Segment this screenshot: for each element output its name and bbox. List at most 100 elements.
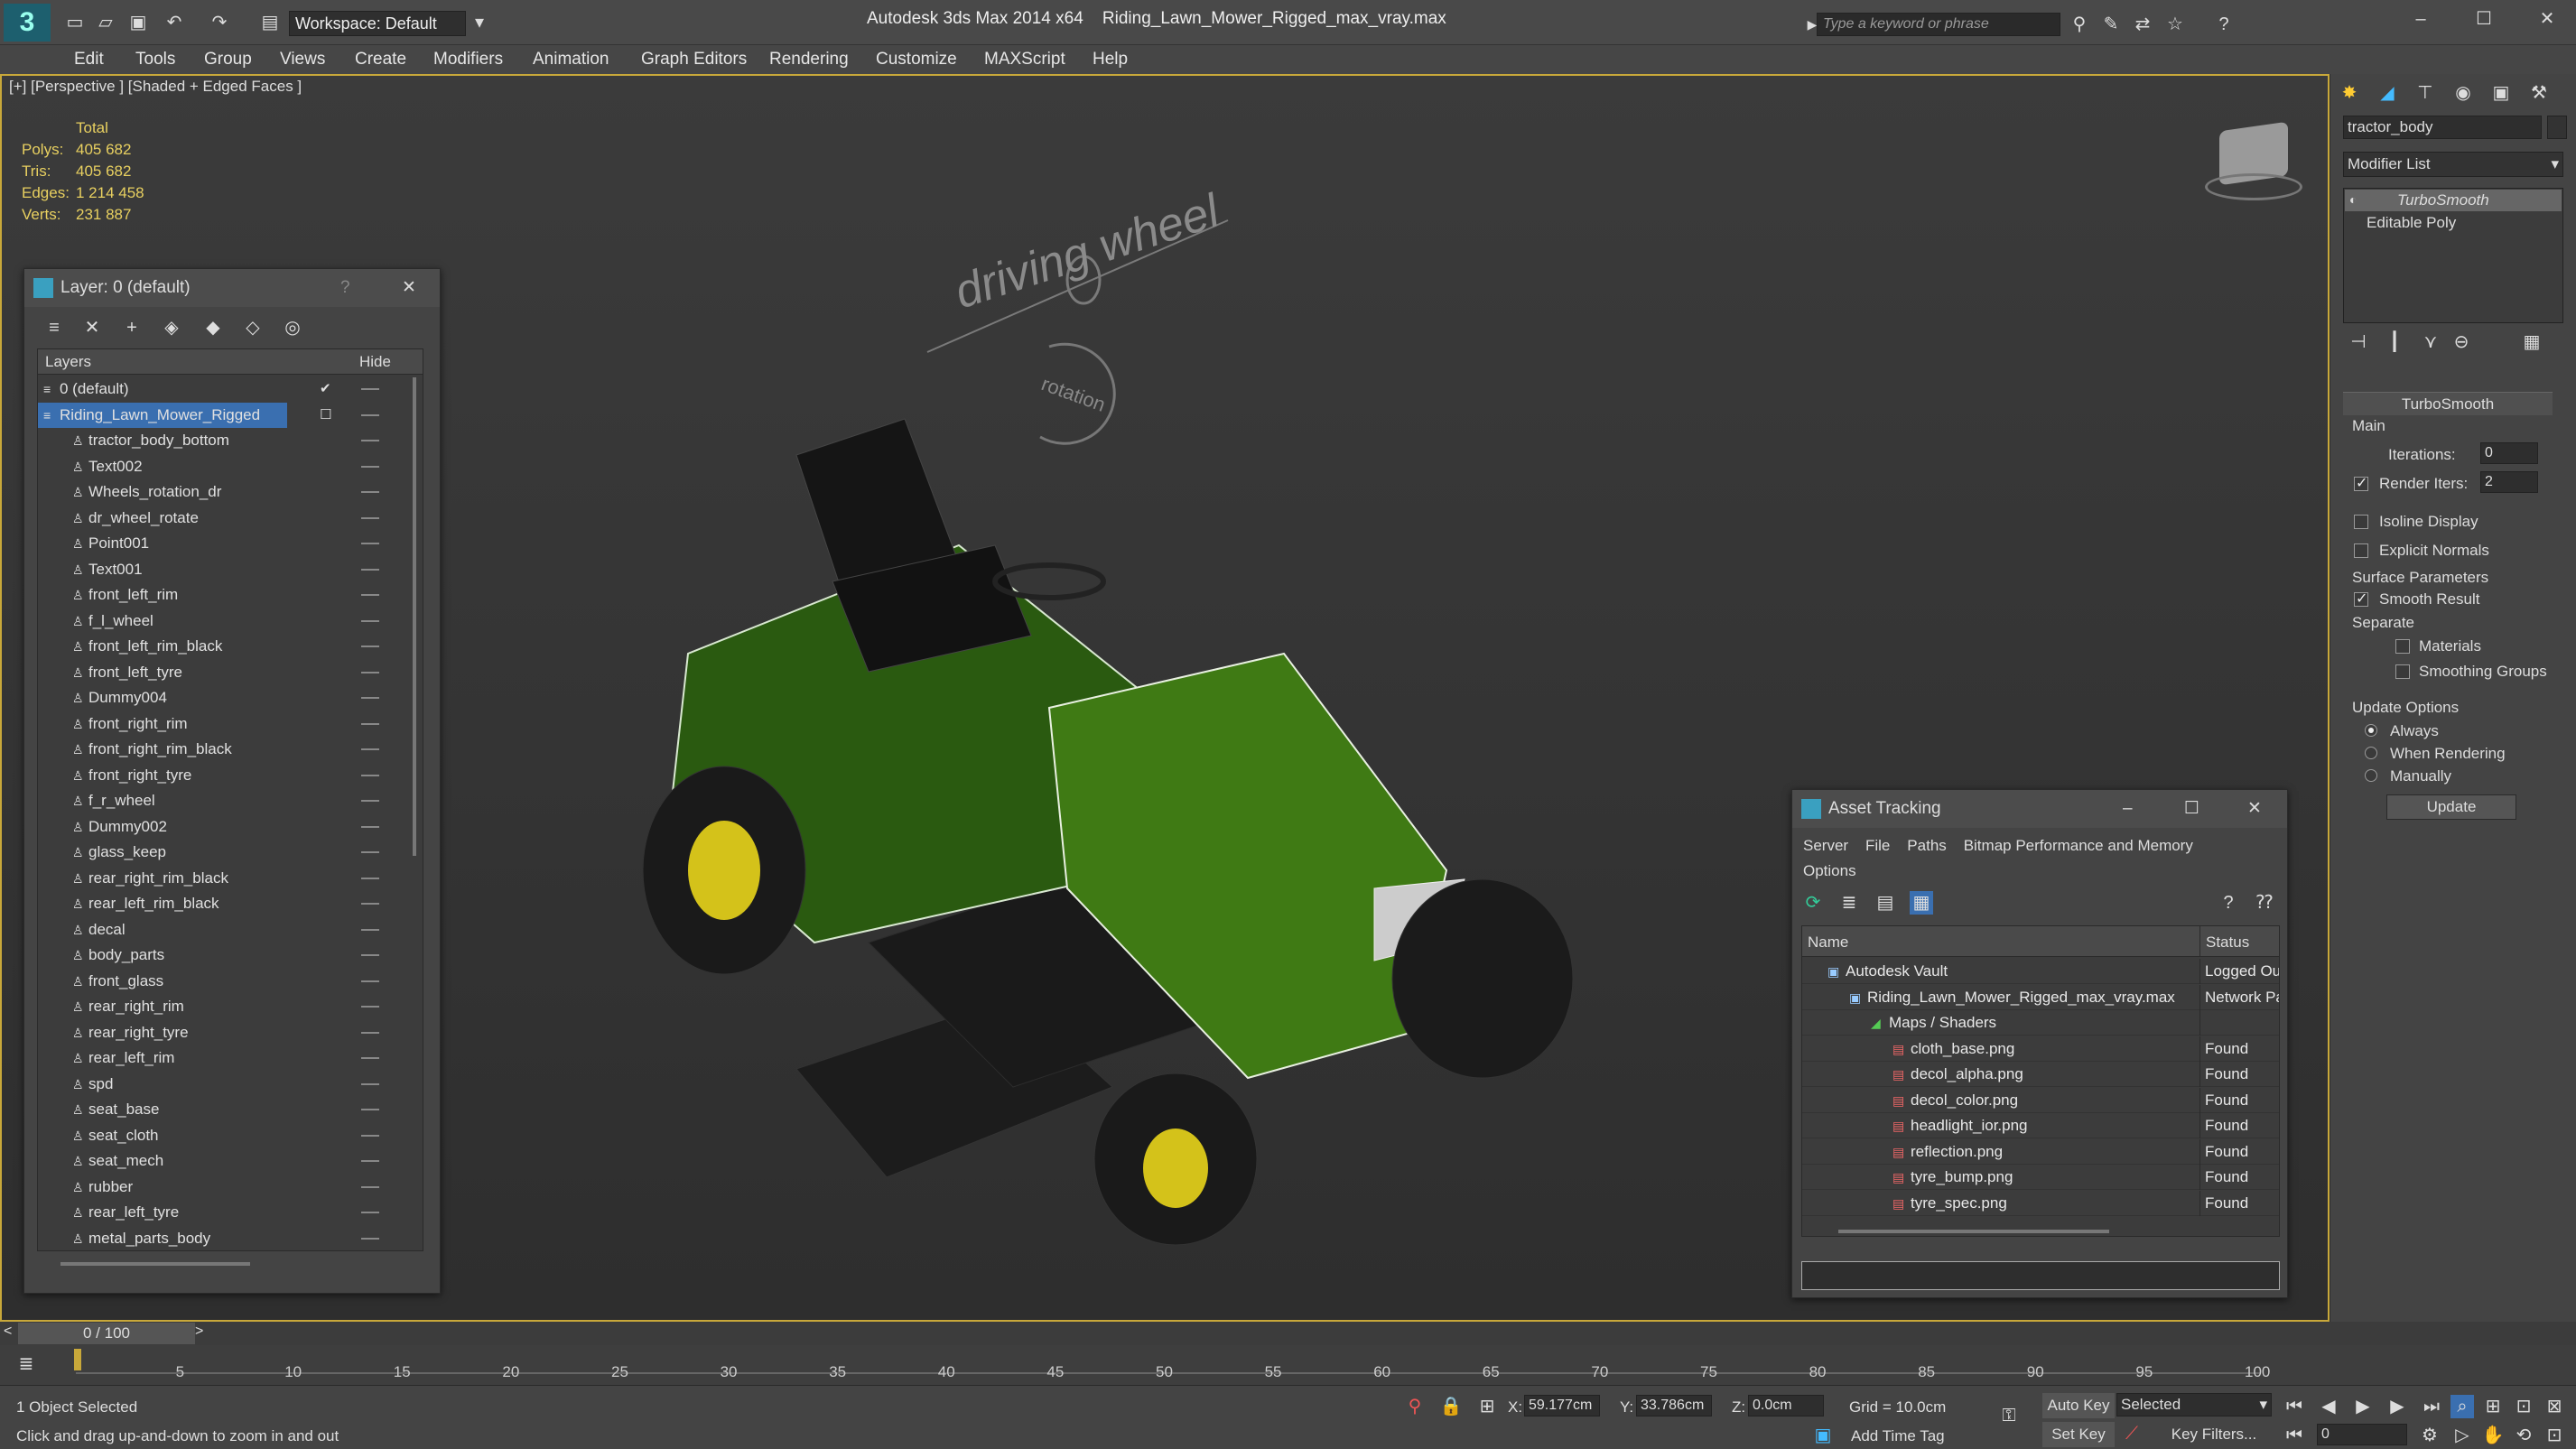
create-tab-icon[interactable]: ✸ — [2338, 81, 2361, 105]
show-end-result-icon[interactable]: ┃ — [2383, 330, 2406, 354]
layer-row[interactable]: decal ♙ — [38, 917, 422, 943]
layer-row-default[interactable]: 0 (default) ≡ ✔ — [38, 376, 422, 402]
object-name-field[interactable]: tractor_body — [2343, 116, 2542, 139]
menu-bitmap-performance[interactable]: Bitmap Performance and Memory — [1964, 837, 2193, 854]
set-current-checkbox[interactable]: ☐ — [320, 403, 331, 428]
x-coordinate-field[interactable]: 59.177cm — [1524, 1395, 1600, 1416]
asset-row[interactable]: ▤ cloth_base.png Found — [1802, 1036, 2279, 1062]
close-icon[interactable]: ✕ — [2535, 7, 2559, 31]
display-tab-icon[interactable]: ▣ — [2489, 81, 2513, 105]
current-frame-field[interactable]: 0 — [2317, 1424, 2407, 1445]
menu-options[interactable]: Options — [1803, 862, 1856, 879]
hide-toggle[interactable] — [361, 1134, 379, 1137]
layer-row[interactable]: seat_mech ♙ — [38, 1148, 422, 1174]
workspace-dropdown[interactable]: Workspace: Default — [289, 11, 466, 36]
stack-item-turbosmooth[interactable]: TurboSmooth — [2345, 190, 2562, 211]
explicit-normals-checkbox[interactable] — [2354, 543, 2368, 558]
lock-icon[interactable]: 🔒 — [1439, 1395, 1463, 1418]
vertical-scrollbar[interactable] — [413, 377, 416, 856]
always-radio[interactable] — [2365, 724, 2377, 737]
maximize-icon[interactable]: ☐ — [2472, 7, 2496, 31]
hide-toggle[interactable] — [361, 413, 379, 416]
hide-toggle[interactable] — [361, 1109, 379, 1110]
help-icon[interactable]: ? — [2212, 13, 2236, 36]
zoom-icon[interactable]: ⌕ — [2450, 1395, 2474, 1418]
asset-row[interactable]: ▣ Riding_Lawn_Mower_Rigged_max_vray.max Ne… — [1802, 984, 2279, 1010]
layer-row[interactable]: dr_wheel_rotate ♙ — [38, 506, 422, 531]
layer-list[interactable]: Layers Hide 0 (default) ≡ ✔ Riding_Lawn_Mow… — [37, 348, 423, 1251]
add-to-layer-icon[interactable]: + — [120, 316, 144, 339]
menu-animation[interactable]: Animation — [533, 45, 609, 74]
hide-toggle[interactable] — [361, 928, 379, 931]
menu-tools[interactable]: Tools — [135, 45, 175, 74]
set-current-layer-icon[interactable]: ◇ — [241, 316, 265, 339]
z-coordinate-field[interactable]: 0.0cm — [1748, 1395, 1824, 1416]
layer-row[interactable]: front_right_rim_black ♙ — [38, 737, 422, 762]
hide-toggle[interactable] — [361, 619, 379, 622]
hide-toggle[interactable] — [361, 1082, 379, 1085]
menu-rendering[interactable]: Rendering — [769, 45, 849, 74]
asset-row[interactable]: ▤ decol_color.png Found — [1802, 1087, 2279, 1113]
layer-row[interactable]: rubber ♙ — [38, 1175, 422, 1200]
zoom-extents-icon[interactable]: ⊡ — [2512, 1395, 2535, 1418]
hide-toggle[interactable] — [361, 851, 379, 853]
layer-row[interactable]: body_parts ♙ — [38, 943, 422, 968]
time-slider[interactable]: < 0 / 100 > — [0, 1322, 2576, 1345]
menu-file[interactable]: File — [1865, 837, 1890, 854]
hide-toggle[interactable] — [361, 877, 379, 879]
layer-row[interactable]: front_glass ♙ — [38, 969, 422, 994]
menu-create[interactable]: Create — [355, 45, 406, 74]
layer-row[interactable]: rear_right_rim_black ♙ — [38, 866, 422, 891]
motion-tab-icon[interactable]: ◉ — [2451, 81, 2475, 105]
layer-row[interactable]: seat_base ♙ — [38, 1097, 422, 1122]
create-layer-icon[interactable]: ≡ — [42, 316, 66, 339]
minimize-icon[interactable]: – — [2409, 7, 2432, 31]
col-hide[interactable]: Hide — [359, 353, 391, 371]
hide-toggle[interactable] — [361, 671, 379, 673]
layer-row[interactable]: glass_keep ♙ — [38, 840, 422, 865]
menu-maxscript[interactable]: MAXScript — [984, 45, 1065, 74]
hide-toggle[interactable] — [361, 543, 379, 544]
hide-toggle[interactable] — [361, 903, 379, 905]
hide-toggle[interactable] — [361, 980, 379, 982]
hierarchy-tab-icon[interactable]: ⊤ — [2413, 81, 2437, 105]
help-icon[interactable]: ? — [340, 269, 350, 307]
redo-icon[interactable]: ↷ — [208, 11, 231, 34]
menu-group[interactable]: Group — [204, 45, 252, 74]
hide-toggle[interactable] — [361, 954, 379, 956]
layer-row[interactable]: Point001 ♙ — [38, 531, 422, 556]
menu-paths[interactable]: Paths — [1907, 837, 1946, 854]
maximize-toggle-icon[interactable]: ⊡ — [2543, 1424, 2566, 1447]
go-to-start-icon[interactable]: ⏮ — [2283, 1395, 2306, 1418]
hide-toggle[interactable] — [361, 388, 379, 390]
hide-toggle[interactable] — [361, 825, 379, 828]
exchange-icon[interactable]: ⇄ — [2131, 13, 2154, 36]
hide-toggle[interactable] — [361, 440, 379, 441]
materials-checkbox[interactable] — [2395, 639, 2410, 654]
hide-toggle[interactable] — [361, 774, 379, 776]
play-icon[interactable]: ▶︎ — [2351, 1395, 2375, 1418]
add-time-tag[interactable]: Add Time Tag — [1851, 1427, 1945, 1445]
key-mode-toggle-icon[interactable]: ⏮ — [2283, 1424, 2306, 1447]
track-bar[interactable]: ≣ — [0, 1345, 2576, 1385]
layer-row[interactable]: front_left_tyre ♙ — [38, 660, 422, 685]
modifier-stack[interactable]: TurboSmooth ◐ Editable Poly — [2343, 188, 2563, 323]
hide-toggle[interactable] — [361, 516, 379, 519]
select-layer-icon[interactable]: ◆ — [201, 316, 225, 339]
menu-server[interactable]: Server — [1803, 837, 1848, 854]
update-button[interactable]: Update — [2386, 794, 2516, 820]
search-input[interactable]: Type a keyword or phrase — [1817, 13, 2060, 36]
hide-toggle[interactable] — [361, 646, 379, 647]
asset-panel-title[interactable]: Asset Tracking – ☐ ✕ — [1792, 790, 2287, 828]
configure-sets-icon[interactable]: ▦ — [2520, 330, 2543, 354]
smooth-result-checkbox[interactable] — [2354, 590, 2368, 608]
hide-toggle[interactable] — [361, 1006, 379, 1008]
mini-curve-editor-icon[interactable]: ≣ — [14, 1352, 38, 1376]
table-view-icon[interactable]: ▦ — [1910, 891, 1933, 915]
column-divider[interactable] — [2199, 926, 2200, 957]
remove-modifier-icon[interactable]: ⊖ — [2450, 330, 2473, 354]
save-icon[interactable]: ▣ — [126, 11, 150, 34]
delete-layer-icon[interactable]: ✕ — [80, 316, 104, 339]
asset-row[interactable]: ▤ tyre_spec.png Found — [1802, 1190, 2279, 1216]
object-color-swatch[interactable] — [2547, 116, 2567, 139]
